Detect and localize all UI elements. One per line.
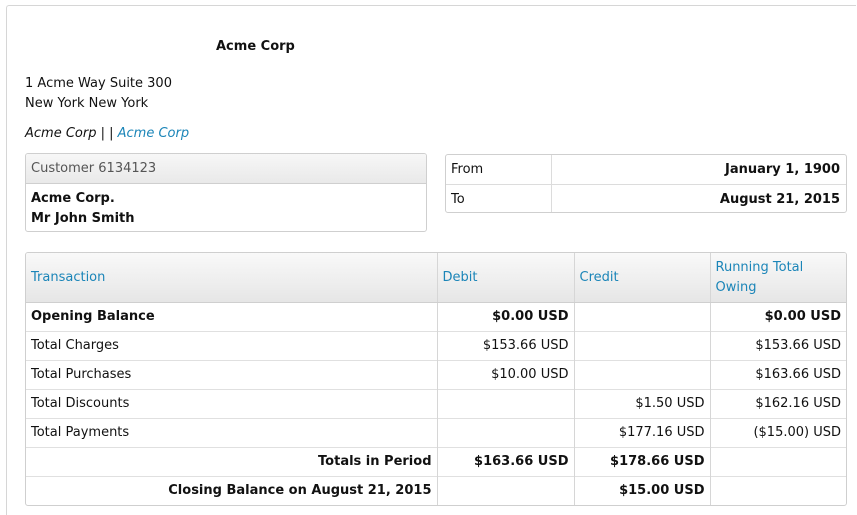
customer-label: Customer 6134123 [26, 154, 426, 184]
range-from-row: From January 1, 1900 [446, 155, 846, 184]
row-debit: $10.00 USD [437, 360, 575, 390]
closing-label: Closing Balance on August 21, 2015 [26, 476, 438, 505]
range-to-label: To [446, 185, 552, 212]
customer-name: Acme Corp. [31, 191, 115, 206]
range-to-value: August 21, 2015 [719, 192, 840, 207]
row-credit: $177.16 USD [574, 418, 711, 448]
table-row: Total Discounts $1.50 USD $162.16 USD [26, 389, 846, 419]
row-running-total: $0.00 USD [764, 309, 841, 324]
table-row: Total Purchases $10.00 USD $163.66 USD [26, 360, 846, 390]
company-subline: Acme Corp | | Acme Corp [25, 126, 189, 141]
customer-contact: Mr John Smith [31, 211, 135, 226]
company-title: Acme Corp [216, 39, 295, 54]
row-credit [574, 302, 711, 332]
row-transaction: Total Charges [26, 331, 438, 361]
row-debit [437, 389, 575, 419]
totals-credit: $178.66 USD [574, 447, 711, 477]
company-link[interactable]: Acme Corp [118, 126, 189, 141]
row-credit [574, 331, 711, 361]
row-transaction: Total Discounts [26, 389, 438, 419]
row-credit: $1.50 USD [574, 389, 711, 419]
table-row: Total Charges $153.66 USD $153.66 USD [26, 331, 846, 361]
row-credit [574, 360, 711, 390]
totals-label: Totals in Period [26, 447, 438, 477]
table-header-row: Transaction Debit Credit Running Total O… [26, 253, 846, 303]
range-from-value: January 1, 1900 [725, 162, 840, 177]
closing-balance-row: Closing Balance on August 21, 2015 $15.0… [26, 476, 846, 505]
row-debit: $0.00 USD [437, 302, 575, 332]
table-row: Opening Balance $0.00 USD $0.00 USD [26, 302, 846, 332]
range-from-label: From [446, 155, 552, 184]
row-debit: $153.66 USD [437, 331, 575, 361]
row-transaction: Total Payments [26, 418, 438, 448]
row-running-total: $163.66 USD [710, 360, 846, 390]
closing-credit: $15.00 USD [574, 476, 711, 505]
address-line-2: New York New York [25, 96, 149, 111]
row-transaction: Total Purchases [26, 360, 438, 390]
totals-running-total [710, 447, 846, 477]
column-header-transaction[interactable]: Transaction [26, 253, 438, 303]
row-running-total: $153.66 USD [710, 331, 846, 361]
table-row: Total Payments $177.16 USD ($15.00) USD [26, 418, 846, 448]
customer-box: Customer 6134123 Acme Corp. Mr John Smit… [25, 153, 427, 232]
row-running-total: $162.16 USD [710, 389, 846, 419]
column-header-running-total[interactable]: Running Total Owing [710, 253, 846, 303]
column-header-credit[interactable]: Credit [574, 253, 711, 303]
row-debit [437, 418, 575, 448]
closing-running-total [710, 476, 846, 505]
date-range-box: From January 1, 1900 To August 21, 2015 [445, 154, 847, 213]
closing-debit [437, 476, 575, 505]
totals-debit: $163.66 USD [437, 447, 575, 477]
totals-row: Totals in Period $163.66 USD $178.66 USD [26, 447, 846, 477]
column-header-debit[interactable]: Debit [437, 253, 575, 303]
row-running-total: ($15.00) USD [710, 418, 846, 448]
range-to-row: To August 21, 2015 [446, 184, 846, 212]
transactions-table: Transaction Debit Credit Running Total O… [25, 252, 847, 506]
subline-text: Acme Corp | | [25, 126, 114, 141]
address-line-1: 1 Acme Way Suite 300 [25, 76, 172, 91]
row-transaction: Opening Balance [26, 302, 438, 332]
